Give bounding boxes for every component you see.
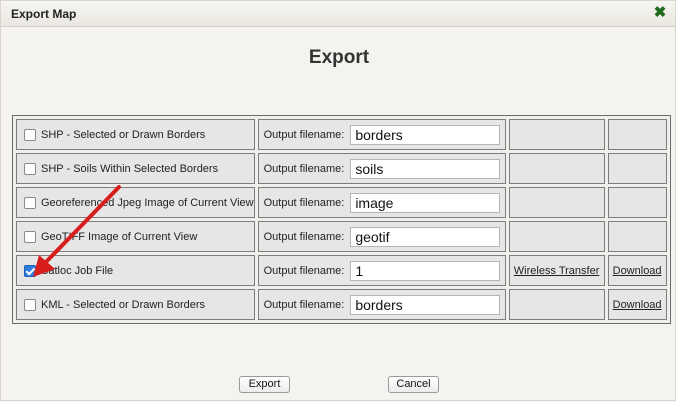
export-option-label[interactable]: SHP - Selected or Drawn Borders xyxy=(41,129,205,141)
download-link[interactable]: Download xyxy=(613,265,662,277)
download-link[interactable]: Download xyxy=(613,299,662,311)
wireless-transfer-cell xyxy=(508,289,605,320)
output-filename-input[interactable] xyxy=(350,260,501,281)
wireless-transfer-cell xyxy=(508,119,605,150)
table-row: SHP - Soils Within Selected Borders Outpu… xyxy=(16,153,667,184)
output-filename-input[interactable] xyxy=(350,192,501,213)
export-option-label[interactable]: SHP - Soils Within Selected Borders xyxy=(41,163,218,175)
output-filename-input[interactable] xyxy=(350,158,501,179)
export-option-checkbox[interactable] xyxy=(24,196,36,209)
output-filename-label: Output filename: xyxy=(263,230,345,243)
dialog-titlebar: Export Map ✖ xyxy=(1,1,675,27)
export-option-checkbox[interactable] xyxy=(24,230,36,243)
export-option-label[interactable]: Georeferenced Jpeg Image of Current View xyxy=(41,197,254,209)
export-option-cell: SHP - Selected or Drawn Borders xyxy=(16,119,255,150)
output-filename-label: Output filename: xyxy=(263,162,345,175)
export-option-label[interactable]: KML - Selected or Drawn Borders xyxy=(41,299,205,311)
export-option-checkbox[interactable] xyxy=(24,298,36,311)
table-row: GeoTIFF Image of Current View Output file… xyxy=(16,221,667,252)
export-option-label[interactable]: Satloc Job File xyxy=(41,265,113,277)
page-title: Export xyxy=(308,47,370,68)
output-filename-label: Output filename: xyxy=(263,264,345,277)
export-option-cell: KML - Selected or Drawn Borders xyxy=(16,289,255,320)
export-option-checkbox[interactable] xyxy=(24,264,36,277)
output-filename-label: Output filename: xyxy=(263,196,345,209)
output-filename-cell: Output filename: xyxy=(257,119,506,150)
export-option-cell: SHP - Soils Within Selected Borders xyxy=(16,153,255,184)
wireless-transfer-cell xyxy=(508,187,605,218)
output-filename-label: Output filename: xyxy=(263,298,345,311)
download-cell xyxy=(607,119,667,150)
wireless-transfer-cell xyxy=(508,153,605,184)
export-option-label[interactable]: GeoTIFF Image of Current View xyxy=(41,231,197,243)
export-option-cell: Georeferenced Jpeg Image of Current View xyxy=(16,187,255,218)
output-filename-cell: Output filename: xyxy=(257,221,506,252)
download-cell xyxy=(607,187,667,218)
export-options-table: SHP - Selected or Drawn Borders Output fi… xyxy=(12,115,671,324)
download-cell: Download xyxy=(607,255,667,286)
download-cell xyxy=(607,153,667,184)
output-filename-label: Output filename: xyxy=(263,128,345,141)
table-row: KML - Selected or Drawn Borders Output fi… xyxy=(16,289,667,320)
output-filename-input[interactable] xyxy=(350,124,501,145)
output-filename-cell: Output filename: xyxy=(257,153,506,184)
export-button[interactable]: Export xyxy=(239,376,290,393)
table-row: SHP - Selected or Drawn Borders Output fi… xyxy=(16,119,667,150)
table-row: Georeferenced Jpeg Image of Current View… xyxy=(16,187,667,218)
output-filename-cell: Output filename: xyxy=(257,289,506,320)
wireless-transfer-cell xyxy=(508,221,605,252)
cancel-button[interactable]: Cancel xyxy=(388,376,439,393)
close-x-icon[interactable]: ✖ xyxy=(652,4,668,22)
export-option-cell: Satloc Job File xyxy=(16,255,255,286)
download-cell: Download xyxy=(607,289,667,320)
output-filename-cell: Output filename: xyxy=(257,187,506,218)
dialog-title: Export Map xyxy=(11,7,77,21)
output-filename-input[interactable] xyxy=(350,294,501,315)
download-cell xyxy=(607,221,667,252)
output-filename-input[interactable] xyxy=(350,226,501,247)
export-option-checkbox[interactable] xyxy=(24,128,36,141)
wireless-transfer-link[interactable]: Wireless Transfer xyxy=(514,265,600,277)
wireless-transfer-cell: Wireless Transfer xyxy=(508,255,605,286)
output-filename-cell: Output filename: xyxy=(257,255,506,286)
table-row: Satloc Job File Output filename: Wireless … xyxy=(16,255,667,286)
export-map-dialog: Export Map ✖ Export SHP - Selected or Dr… xyxy=(0,0,676,401)
export-option-checkbox[interactable] xyxy=(24,162,36,175)
export-option-cell: GeoTIFF Image of Current View xyxy=(16,221,255,252)
